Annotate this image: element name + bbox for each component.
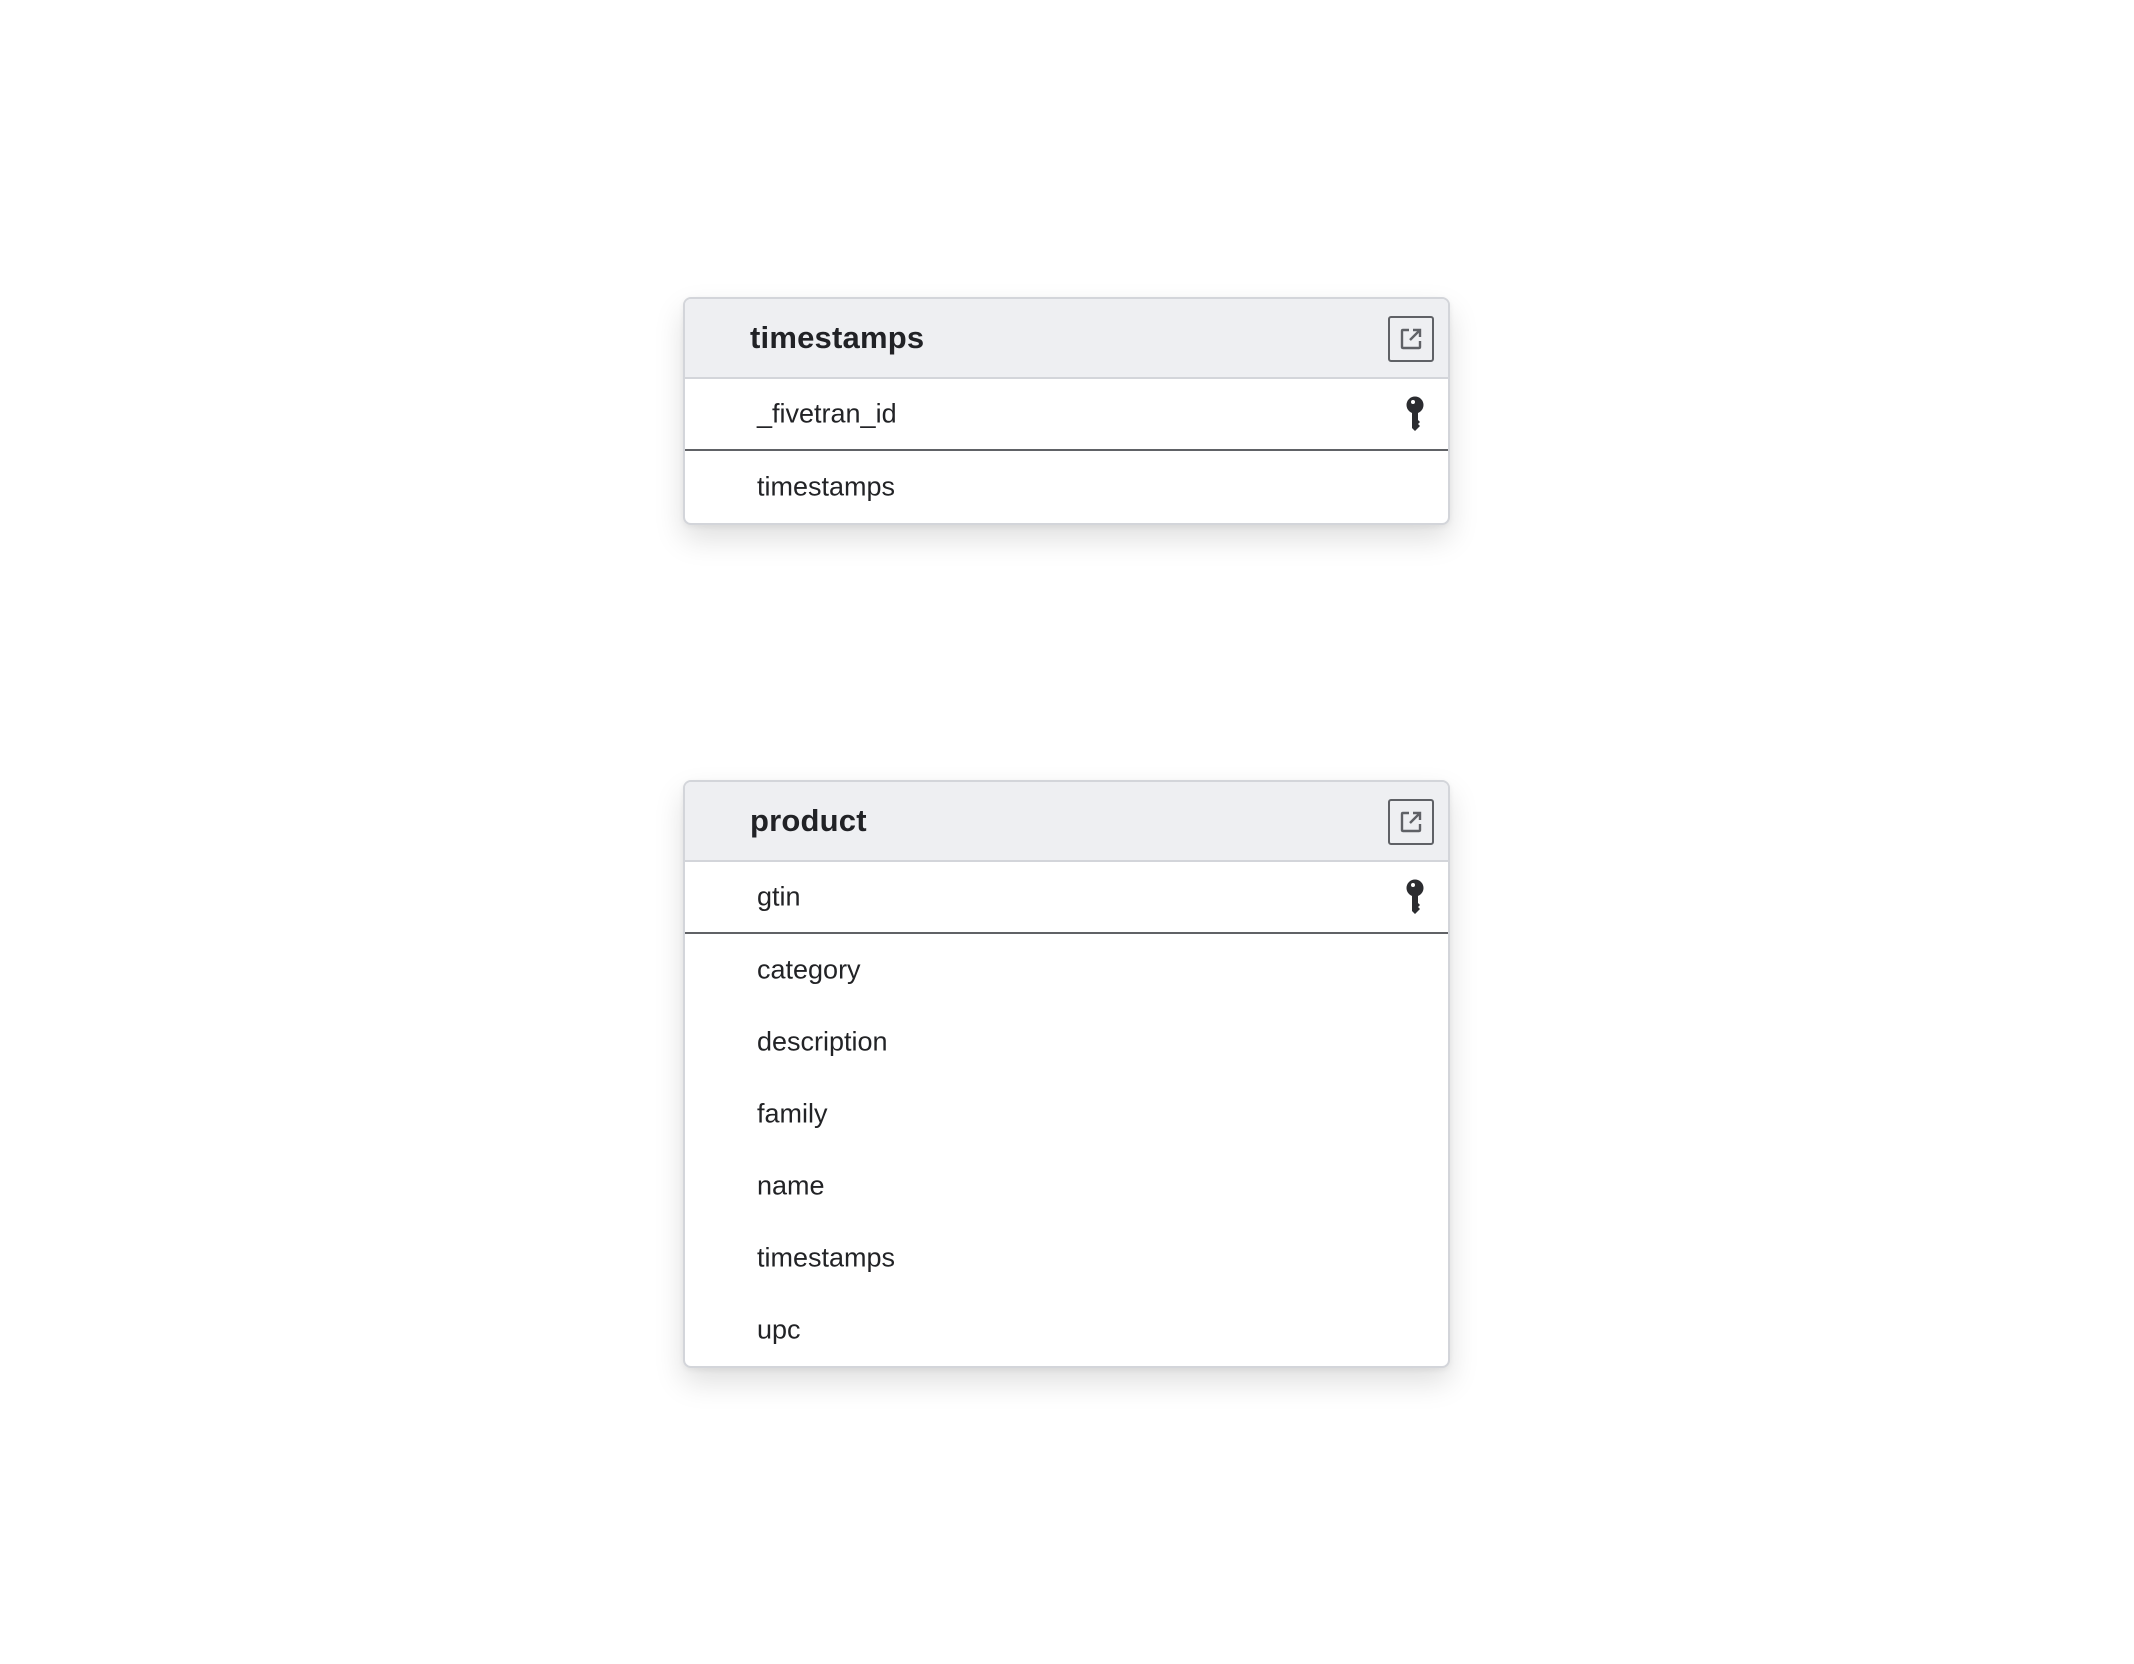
external-link-icon [1400,811,1422,833]
column-name: _fivetran_id [757,398,897,429]
column-name: timestamps [757,1242,896,1273]
table-header: product [685,782,1448,862]
table-card-product: product gtin category description family na… [683,780,1450,1368]
key-icon [1406,879,1424,914]
column-name: upc [757,1314,801,1345]
primary-key-row[interactable]: gtin [685,862,1448,934]
external-link-icon [1400,328,1422,350]
table-title: product [750,803,867,838]
column-list: timestamps [685,451,1448,523]
primary-key-row[interactable]: _fivetran_id [685,379,1448,451]
column-name: timestamps [757,471,896,502]
table-title: timestamps [750,320,925,355]
column-row[interactable]: name [685,1150,1448,1222]
column-row[interactable]: timestamps [685,451,1448,523]
column-list: category description family name timestamps u… [685,934,1448,1366]
open-table-button[interactable] [1388,799,1434,845]
column-row[interactable]: category [685,934,1448,1006]
key-icon [1406,396,1424,431]
column-name: category [757,954,861,985]
column-name: name [757,1170,825,1201]
table-header: timestamps [685,299,1448,379]
column-row[interactable]: timestamps [685,1222,1448,1294]
column-name: description [757,1026,888,1057]
column-name: family [757,1098,828,1129]
open-table-button[interactable] [1388,316,1434,362]
column-row[interactable]: upc [685,1294,1448,1366]
table-card-timestamps: timestamps _fivetran_id timestamps [683,297,1450,525]
column-row[interactable]: description [685,1006,1448,1078]
column-name: gtin [757,881,801,912]
column-row[interactable]: family [685,1078,1448,1150]
